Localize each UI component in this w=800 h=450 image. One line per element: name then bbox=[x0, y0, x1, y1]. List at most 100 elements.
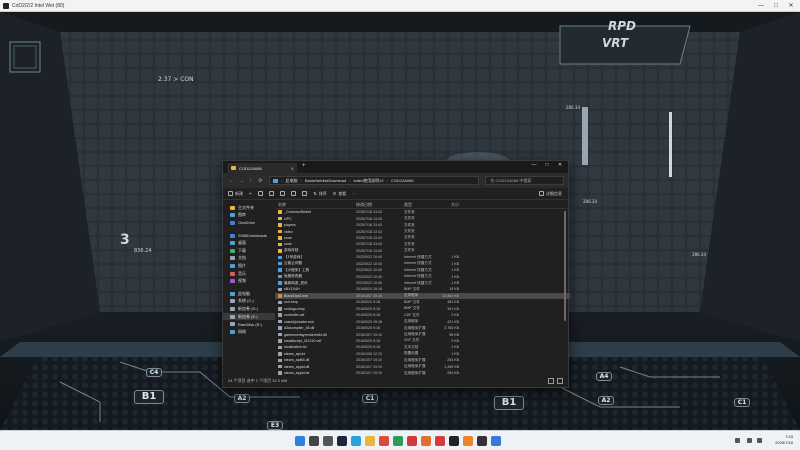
sidebar-item[interactable]: 新加卷 (E:) bbox=[223, 312, 275, 321]
breadcrumb-item[interactable]: BaiduNetdiskDownload bbox=[305, 178, 346, 183]
taskbar-chrome-icon[interactable] bbox=[379, 436, 389, 446]
sort-button[interactable]: ⇅ 排序 bbox=[313, 191, 326, 197]
file-explorer-window: COD12A066 ✕ + — □ ✕ ← → ↑ ⟳ › 此电脑 › Baid… bbox=[222, 160, 570, 388]
taskbar-app-dark-icon[interactable] bbox=[477, 436, 487, 446]
file-icon bbox=[278, 294, 282, 298]
refresh-button[interactable]: ⟳ bbox=[256, 178, 266, 184]
address-bar[interactable]: › 此电脑 › BaiduNetdiskDownload › index使用说明… bbox=[269, 176, 480, 185]
file-name: 【1号游戏】 bbox=[284, 254, 304, 259]
floor-label-a2-left: A2 bbox=[234, 394, 250, 403]
taskbar-game-active-icon[interactable] bbox=[449, 436, 459, 446]
up-button[interactable]: ↑ bbox=[246, 178, 256, 184]
taskbar-app-orange-icon[interactable] bbox=[421, 436, 431, 446]
folder-icon bbox=[278, 229, 282, 234]
sidebar-item[interactable]: 音乐 bbox=[223, 270, 275, 278]
rename-icon bbox=[280, 191, 286, 196]
column-date[interactable]: 修改日期 bbox=[353, 202, 401, 208]
sidebar-item[interactable]: 系统 (C:) bbox=[223, 298, 275, 306]
column-type[interactable]: 类型 bbox=[401, 202, 439, 208]
maximize-button[interactable]: □ bbox=[769, 0, 783, 12]
new-tab-button[interactable]: + bbox=[302, 163, 306, 169]
search-placeholder: 在 COD12A066 中搜索 bbox=[490, 177, 532, 183]
breadcrumb-item[interactable]: 此电脑 bbox=[286, 178, 298, 184]
sidebar-item-icon bbox=[230, 220, 235, 225]
sidebar-item[interactable]: 此电脑 bbox=[223, 290, 275, 298]
more-button[interactable]: ··· bbox=[352, 191, 356, 196]
network-icon[interactable] bbox=[747, 438, 752, 443]
file-date: 2022/5/22 10:40 bbox=[356, 274, 382, 279]
screen: CoD2/2/2 Intel Wet (80) — □ ✕ RPD VRT 2.… bbox=[0, 0, 800, 450]
copy-button[interactable] bbox=[258, 191, 264, 196]
explorer-close-button[interactable]: ✕ bbox=[554, 162, 566, 168]
taskbar-app-orange-2-icon[interactable] bbox=[463, 436, 473, 446]
cut-button[interactable]: ✂ bbox=[249, 191, 252, 196]
explorer-minimize-button[interactable]: — bbox=[528, 162, 540, 168]
file-date: 2016/5/20 9:18 bbox=[356, 313, 380, 318]
back-button[interactable]: ← bbox=[227, 178, 237, 184]
view-button[interactable]: ☰ 查看 bbox=[333, 191, 347, 197]
sidebar-item[interactable]: 图库 bbox=[223, 212, 275, 220]
scrollbar-thumb[interactable] bbox=[564, 211, 566, 321]
sidebar-item[interactable]: 新加卷 (D:) bbox=[223, 305, 275, 313]
file-type: BMP 文件 bbox=[404, 306, 420, 311]
sidebar-item[interactable]: 2085Downloads bbox=[223, 232, 275, 240]
sidebar-item[interactable]: 下载 bbox=[223, 247, 275, 255]
folder-icon bbox=[278, 216, 282, 221]
taskbar-task-view-icon[interactable] bbox=[323, 436, 333, 446]
file-name: players bbox=[284, 223, 296, 228]
taskbar-steam-icon[interactable] bbox=[337, 436, 347, 446]
taskbar-app-red-2-icon[interactable] bbox=[435, 436, 445, 446]
sidebar-item[interactable]: 主文件夹 bbox=[223, 204, 275, 212]
taskbar-app-blue-icon[interactable] bbox=[491, 436, 501, 446]
sidebar-item[interactable]: RamDisk (R:) bbox=[223, 320, 275, 328]
sidebar-item[interactable]: 图片 bbox=[223, 262, 275, 270]
folder-icon bbox=[278, 249, 282, 253]
taskbar-files-icon[interactable] bbox=[365, 436, 375, 446]
column-name[interactable]: 名称 bbox=[275, 202, 353, 208]
file-type: Internet 快捷方式 bbox=[404, 261, 432, 266]
paste-button[interactable] bbox=[269, 191, 275, 196]
breadcrumb-item[interactable]: COD12A066 bbox=[391, 178, 414, 183]
sidebar-item-icon bbox=[230, 256, 235, 261]
new-button[interactable]: 新建 bbox=[228, 191, 243, 197]
delete-button[interactable] bbox=[302, 191, 308, 196]
taskbar-start-icon[interactable] bbox=[295, 436, 305, 446]
rename-button[interactable] bbox=[280, 191, 286, 196]
sidebar-item-icon bbox=[230, 233, 235, 238]
file-type: 文件夹 bbox=[404, 216, 415, 221]
sidebar-item[interactable]: OneDrive bbox=[223, 219, 275, 227]
explorer-maximize-button[interactable]: □ bbox=[541, 162, 553, 168]
file-name: d3dcompiler_46.dll bbox=[284, 326, 315, 331]
details-pane-button[interactable]: 详细信息 bbox=[539, 191, 562, 197]
close-button[interactable]: ✕ bbox=[784, 0, 798, 12]
file-size: 254 KB bbox=[447, 358, 459, 363]
minimize-button[interactable]: — bbox=[754, 0, 768, 12]
column-size[interactable]: 大小 bbox=[439, 202, 461, 208]
sidebar-item[interactable]: 视频 bbox=[223, 277, 275, 285]
sidebar-item[interactable]: 文档 bbox=[223, 255, 275, 263]
tab-close-icon[interactable]: ✕ bbox=[291, 166, 294, 171]
sidebar-item[interactable]: 桌面 bbox=[223, 239, 275, 247]
hud-big-digit: 3 bbox=[120, 232, 130, 248]
taskbar-search-icon[interactable] bbox=[309, 436, 319, 446]
taskbar-app-green-icon[interactable] bbox=[393, 436, 403, 446]
vertical-scrollbar[interactable] bbox=[564, 203, 567, 375]
tray-chevron-icon[interactable] bbox=[735, 438, 740, 443]
share-button[interactable] bbox=[291, 191, 297, 196]
file-name: controller.cdf bbox=[284, 313, 305, 318]
system-clock[interactable]: 7:43 2025/7/18 bbox=[775, 434, 793, 446]
file-icon bbox=[278, 313, 282, 317]
file-name: video bbox=[284, 229, 293, 234]
taskbar-edge-icon[interactable] bbox=[351, 436, 361, 446]
sidebar-item[interactable]: 网络 bbox=[223, 328, 275, 336]
breadcrumb-item[interactable]: index使用说明12 bbox=[354, 178, 384, 184]
trash-icon bbox=[302, 191, 308, 196]
tiles-view-icon[interactable] bbox=[557, 378, 563, 384]
taskbar-app-red-icon[interactable] bbox=[407, 436, 417, 446]
forward-button[interactable]: → bbox=[237, 178, 247, 184]
search-input[interactable]: 在 COD12A066 中搜索 bbox=[485, 176, 564, 185]
explorer-tab[interactable]: COD12A066 ✕ bbox=[227, 163, 297, 173]
sidebar-item-label: 文档 bbox=[238, 255, 246, 261]
volume-icon[interactable] bbox=[757, 438, 762, 443]
details-view-icon[interactable] bbox=[548, 378, 554, 384]
